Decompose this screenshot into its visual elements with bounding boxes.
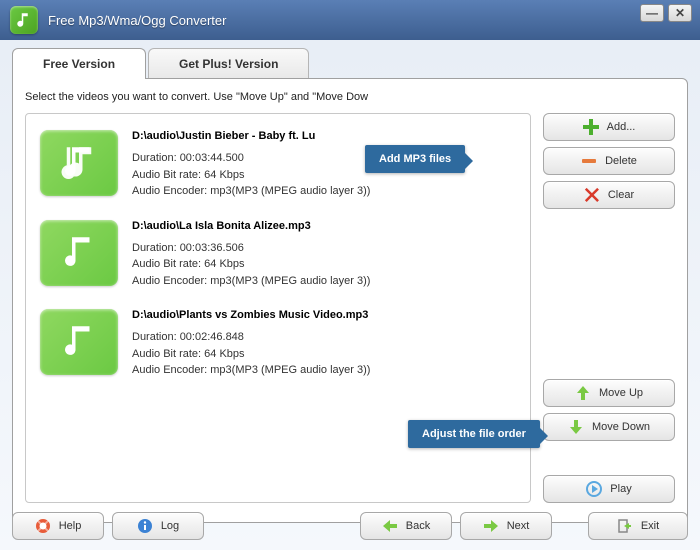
next-button[interactable]: Next [460, 512, 552, 540]
back-button[interactable]: Back [360, 512, 452, 540]
file-duration: Duration: 00:03:36.506 [132, 240, 516, 257]
play-icon [586, 481, 602, 497]
x-icon [584, 187, 600, 203]
title-bar: Free Mp3/Wma/Ogg Converter — ✕ [0, 0, 700, 40]
music-icon [40, 309, 118, 375]
file-name: D:\audio\Justin Bieber - Baby ft. Lu [132, 130, 516, 142]
close-button[interactable]: ✕ [668, 4, 692, 22]
instruction-text: Select the videos you want to convert. U… [25, 91, 675, 103]
log-label: Log [161, 520, 179, 532]
move-down-button[interactable]: Move Down [543, 413, 675, 441]
arrow-right-icon [483, 518, 499, 534]
file-name: D:\audio\La Isla Bonita Alizee.mp3 [132, 220, 516, 232]
app-title: Free Mp3/Wma/Ogg Converter [48, 13, 226, 28]
movedown-label: Move Down [592, 421, 650, 433]
list-item[interactable]: D:\audio\La Isla Bonita Alizee.mp3 Durat… [32, 210, 524, 300]
file-bitrate: Audio Bit rate: 64 Kbps [132, 256, 516, 273]
exit-label: Exit [641, 520, 659, 532]
clear-label: Clear [608, 189, 634, 201]
file-encoder: Audio Encoder: mp3(MP3 (MPEG audio layer… [132, 362, 516, 379]
help-icon [35, 518, 51, 534]
next-label: Next [507, 520, 530, 532]
arrow-down-icon [568, 419, 584, 435]
tab-free-version[interactable]: Free Version [12, 48, 146, 79]
arrow-left-icon [382, 518, 398, 534]
help-label: Help [59, 520, 82, 532]
file-duration: Duration: 00:02:46.848 [132, 329, 516, 346]
play-label: Play [610, 483, 631, 495]
app-icon [10, 6, 38, 34]
delete-button[interactable]: Delete [543, 147, 675, 175]
tab-plus-version[interactable]: Get Plus! Version [148, 48, 309, 79]
arrow-up-icon [575, 385, 591, 401]
clear-button[interactable]: Clear [543, 181, 675, 209]
callout-file-order: Adjust the file order [408, 420, 540, 448]
exit-icon [617, 518, 633, 534]
list-item[interactable]: D:\audio\Plants vs Zombies Music Video.m… [32, 299, 524, 389]
add-button[interactable]: Add... [543, 113, 675, 141]
tab-bar: Free Version Get Plus! Version [0, 40, 700, 79]
minimize-button[interactable]: — [640, 4, 664, 22]
back-label: Back [406, 520, 430, 532]
side-controls: Add... Delete Clear Move Up Move Do [543, 113, 675, 503]
move-up-button[interactable]: Move Up [543, 379, 675, 407]
tab-content: Select the videos you want to convert. U… [12, 78, 688, 523]
file-encoder: Audio Encoder: mp3(MP3 (MPEG audio layer… [132, 273, 516, 290]
file-bitrate: Audio Bit rate: 64 Kbps [132, 346, 516, 363]
music-icon [40, 130, 118, 196]
file-name: D:\audio\Plants vs Zombies Music Video.m… [132, 309, 516, 321]
moveup-label: Move Up [599, 387, 643, 399]
plus-icon [583, 119, 599, 135]
file-encoder: Audio Encoder: mp3(MP3 (MPEG audio layer… [132, 183, 516, 200]
callout-add-files: Add MP3 files [365, 145, 465, 173]
info-icon [137, 518, 153, 534]
music-icon [40, 220, 118, 286]
bottom-bar: Help Log Back Next Exit [12, 512, 688, 540]
play-button[interactable]: Play [543, 475, 675, 503]
minus-icon [581, 153, 597, 169]
delete-label: Delete [605, 155, 637, 167]
add-label: Add... [607, 121, 636, 133]
log-button[interactable]: Log [112, 512, 204, 540]
exit-button[interactable]: Exit [588, 512, 688, 540]
help-button[interactable]: Help [12, 512, 104, 540]
